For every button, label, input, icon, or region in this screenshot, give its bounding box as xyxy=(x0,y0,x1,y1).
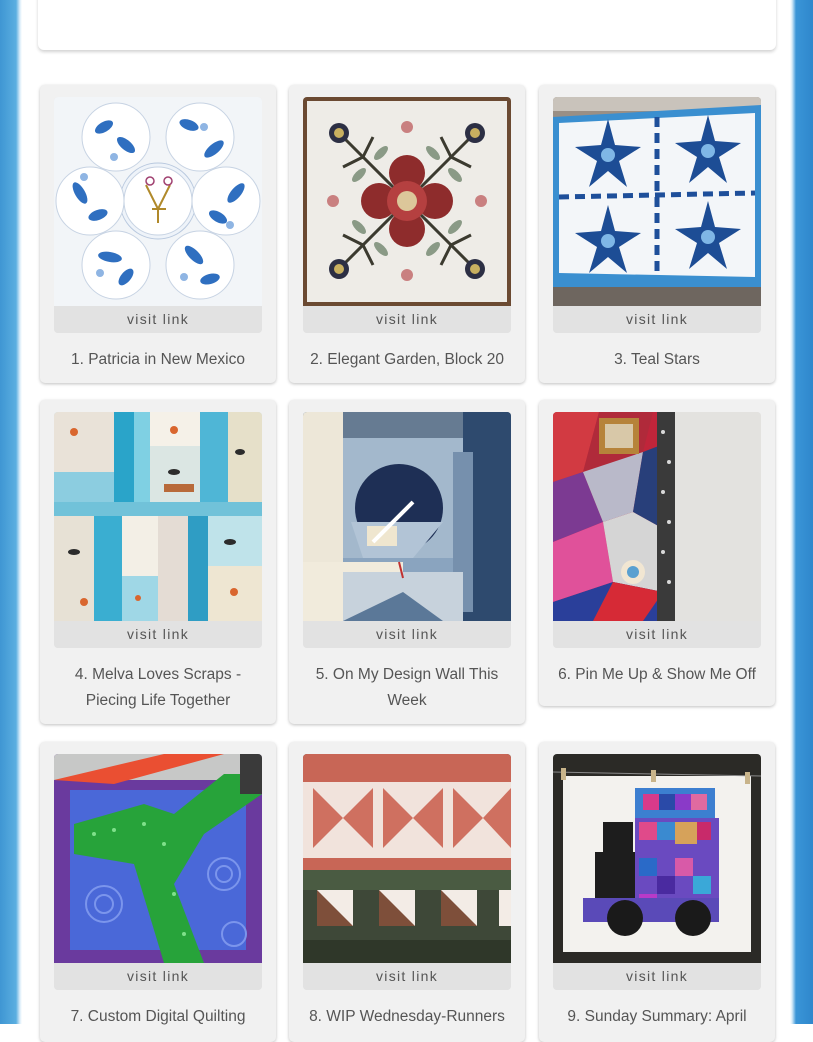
link-thumbnail[interactable]: visit link xyxy=(303,412,511,648)
link-card[interactable]: visit link 3. Teal Stars xyxy=(539,85,775,383)
pink-green-runners-image xyxy=(303,754,511,963)
link-thumbnail[interactable]: visit link xyxy=(303,754,511,990)
visit-link-button[interactable]: visit link xyxy=(553,963,761,990)
link-caption[interactable]: 8. WIP Wednesday-Runners xyxy=(297,1004,517,1030)
blue-floral-hexagon-quilt-image xyxy=(54,97,262,306)
scrappy-log-cabin-blocks-image xyxy=(54,412,262,621)
purple-quilting-frame-image xyxy=(54,754,262,963)
left-side-border xyxy=(0,0,22,1024)
link-caption[interactable]: 6. Pin Me Up & Show Me Off xyxy=(547,662,767,688)
link-caption[interactable]: 2. Elegant Garden, Block 20 xyxy=(297,347,517,373)
crazy-quilt-wall-image xyxy=(553,412,761,621)
visit-link-button[interactable]: visit link xyxy=(54,306,262,333)
link-card[interactable]: visit link 1. Patricia in New Mexico xyxy=(40,85,276,383)
link-thumbnail[interactable]: visit link xyxy=(553,412,761,648)
applique-flower-block-image xyxy=(303,97,511,306)
link-caption[interactable]: 5. On My Design Wall This Week xyxy=(297,662,517,714)
link-caption[interactable]: 3. Teal Stars xyxy=(547,347,767,373)
link-caption[interactable]: 9. Sunday Summary: April xyxy=(547,1004,767,1030)
link-card[interactable]: visit link 5. On My Design Wall This Wee… xyxy=(289,400,525,724)
visit-link-button[interactable]: visit link xyxy=(553,306,761,333)
link-card[interactable]: visit link 6. Pin Me Up & Show Me Off xyxy=(539,400,775,706)
link-card[interactable]: visit link 9. Sunday Summary: April xyxy=(539,742,775,1042)
link-thumbnail[interactable]: visit link xyxy=(54,754,262,990)
visit-link-button[interactable]: visit link xyxy=(54,963,262,990)
link-card[interactable]: visit link 2. Elegant Garden, Block 20 xyxy=(289,85,525,383)
link-card[interactable]: visit link 8. WIP Wednesday-Runners xyxy=(289,742,525,1042)
link-thumbnail[interactable]: visit link xyxy=(54,97,262,333)
visit-link-button[interactable]: visit link xyxy=(553,621,761,648)
visit-link-button[interactable]: visit link xyxy=(303,306,511,333)
teal-stars-quilt-image xyxy=(553,97,761,306)
link-thumbnail[interactable]: visit link xyxy=(553,97,761,333)
link-card[interactable]: visit link 4. Melva Loves Scraps - Pieci… xyxy=(40,400,276,724)
link-caption[interactable]: 7. Custom Digital Quilting xyxy=(48,1004,268,1030)
link-thumbnail[interactable]: visit link xyxy=(303,97,511,333)
visit-link-button[interactable]: visit link xyxy=(303,963,511,990)
link-thumbnail[interactable]: visit link xyxy=(553,754,761,990)
visit-link-button[interactable]: visit link xyxy=(303,621,511,648)
train-quilt-image xyxy=(553,754,761,963)
header-panel xyxy=(38,0,776,50)
link-caption[interactable]: 1. Patricia in New Mexico xyxy=(48,347,268,373)
visit-link-button[interactable]: visit link xyxy=(54,621,262,648)
link-card[interactable]: visit link 7. Custom Digital Quilting xyxy=(40,742,276,1042)
link-caption[interactable]: 4. Melva Loves Scraps - Piecing Life Tog… xyxy=(48,662,268,714)
blue-improv-quilt-image xyxy=(303,412,511,621)
link-thumbnail[interactable]: visit link xyxy=(54,412,262,648)
right-side-border xyxy=(790,0,813,1024)
